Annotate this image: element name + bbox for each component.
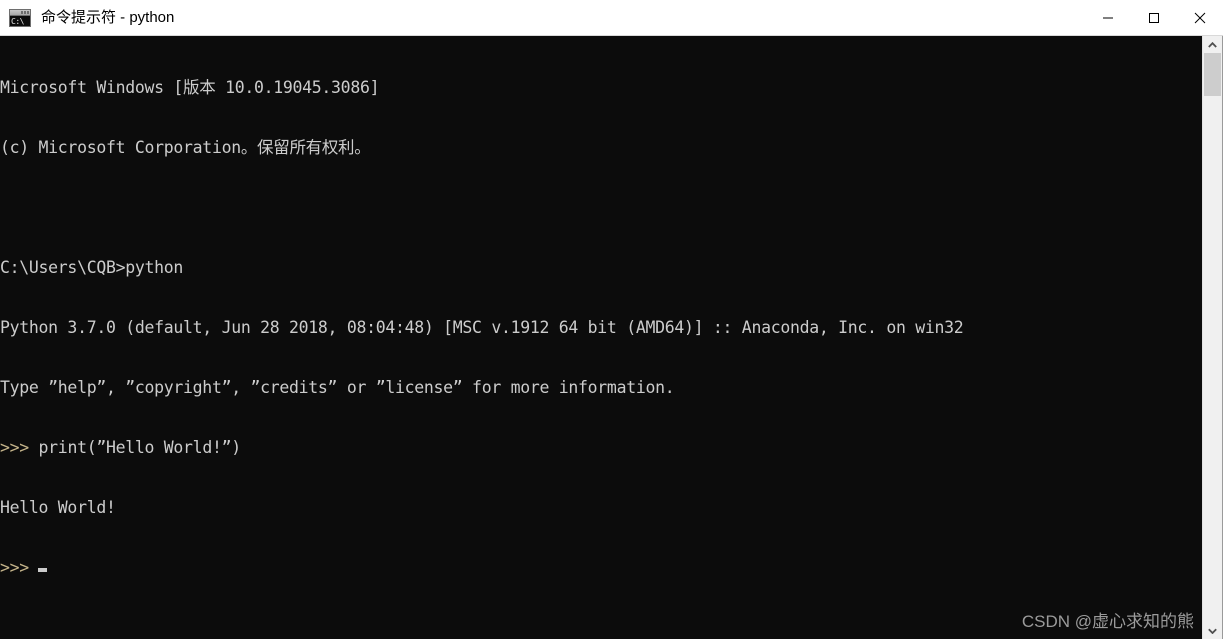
cmd-icon-screen-text: C:\ bbox=[10, 15, 30, 26]
window-title: 命令提示符 - python bbox=[41, 8, 175, 26]
chevron-up-icon[interactable] bbox=[1203, 36, 1222, 53]
scrollbar-thumb[interactable] bbox=[1204, 53, 1221, 96]
title-bar[interactable]: C:\ 命令提示符 - python bbox=[0, 0, 1223, 36]
minimize-button[interactable] bbox=[1085, 0, 1131, 36]
terminal-line: Microsoft Windows [版本 10.0.19045.3086] bbox=[0, 78, 380, 97]
scrollbar-track[interactable] bbox=[1203, 53, 1222, 622]
python-prompt-symbol: >>> bbox=[0, 438, 29, 457]
terminal-output: Microsoft Windows [版本 10.0.19045.3086] (… bbox=[0, 38, 1202, 618]
text-cursor bbox=[37, 568, 47, 572]
maximize-button[interactable] bbox=[1131, 0, 1177, 36]
terminal-console[interactable]: Microsoft Windows [版本 10.0.19045.3086] (… bbox=[0, 36, 1202, 639]
terminal-line-command: C:\Users\CQB>python bbox=[0, 258, 184, 277]
vertical-scrollbar[interactable] bbox=[1202, 36, 1223, 639]
python-prompt-symbol: >>> bbox=[0, 558, 29, 577]
close-button[interactable] bbox=[1177, 0, 1223, 36]
command-prompt-window: C:\ 命令提示符 - python Microsoft Windows [版本… bbox=[0, 0, 1223, 639]
window-controls bbox=[1085, 0, 1223, 36]
python-input-text: print(”Hello World!”) bbox=[28, 438, 242, 457]
chevron-down-icon[interactable] bbox=[1203, 622, 1222, 639]
title-bar-left: C:\ 命令提示符 - python bbox=[0, 0, 1085, 35]
terminal-line-python-prompt: >>> bbox=[0, 558, 1202, 578]
cmd-icon: C:\ bbox=[9, 8, 31, 27]
terminal-line-python-input: >>> print(”Hello World!”) bbox=[0, 438, 1202, 458]
terminal-line: (c) Microsoft Corporation。保留所有权利。 bbox=[0, 138, 371, 157]
terminal-line: Type ”help”, ”copyright”, ”credits” or ”… bbox=[0, 378, 675, 397]
cmd-icon-buttons bbox=[21, 10, 29, 14]
terminal-line: Python 3.7.0 (default, Jun 28 2018, 08:0… bbox=[0, 318, 964, 337]
terminal-line: Hello World! bbox=[0, 498, 116, 517]
